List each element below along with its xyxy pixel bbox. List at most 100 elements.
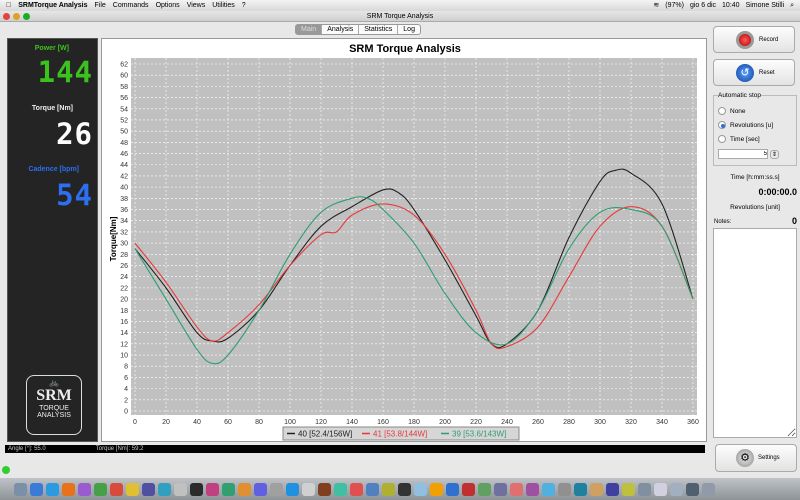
settings-button[interactable]: ⚙ Settings xyxy=(715,444,797,472)
y-tick-label: 10 xyxy=(120,353,128,360)
dock-app-icon[interactable] xyxy=(238,482,251,496)
close-button[interactable] xyxy=(3,13,10,20)
dock-app-icon[interactable] xyxy=(318,482,331,496)
spotlight-icon[interactable]: ⌕ xyxy=(790,0,794,11)
menu-views[interactable]: Views xyxy=(187,0,206,11)
y-tick-label: 40 xyxy=(120,185,128,192)
radio-revolutions[interactable]: Revolutions [u] xyxy=(718,121,792,129)
dock-app-icon[interactable] xyxy=(366,482,379,496)
dock-app-icon[interactable] xyxy=(494,482,507,496)
dock-app-icon[interactable] xyxy=(190,482,203,496)
notes-label: Notes: xyxy=(714,219,732,225)
dock-app-icon[interactable] xyxy=(110,482,123,496)
clock-date[interactable]: gio 6 dic xyxy=(690,0,716,11)
x-tick-label: 260 xyxy=(532,419,544,426)
legend-entry: 39 [53.6/143W] xyxy=(452,430,506,439)
clock-time[interactable]: 10:40 xyxy=(722,0,740,11)
x-tick-label: 320 xyxy=(625,419,637,426)
dock-app-icon[interactable] xyxy=(542,482,555,496)
torque-chart: 0246810121416182022242628303234363840424… xyxy=(109,43,699,441)
dock-app-icon[interactable] xyxy=(382,482,395,496)
dock-app-icon[interactable] xyxy=(654,482,667,496)
dock-app-icon[interactable] xyxy=(14,482,27,496)
torque-readout: Torque [Nm]: 59.2 xyxy=(95,446,144,452)
dock-app-icon[interactable] xyxy=(606,482,619,496)
dock-app-icon[interactable] xyxy=(398,482,411,496)
dock-app-icon[interactable] xyxy=(686,482,699,496)
dock-app-icon[interactable] xyxy=(334,482,347,496)
dock-app-icon[interactable] xyxy=(30,482,43,496)
dock-app-icon[interactable] xyxy=(558,482,571,496)
menu-commands[interactable]: Commands xyxy=(113,0,149,11)
zoom-button[interactable] xyxy=(23,13,30,20)
dock-app-icon[interactable] xyxy=(94,482,107,496)
time-label: Time [h:mm:ss.s] xyxy=(730,174,780,181)
y-tick-label: 36 xyxy=(120,207,128,214)
dock-app-icon[interactable] xyxy=(142,482,155,496)
x-tick-label: 220 xyxy=(470,419,482,426)
y-tick-label: 8 xyxy=(124,364,128,371)
dock-app-icon[interactable] xyxy=(462,482,475,496)
dock-app-icon[interactable] xyxy=(670,482,683,496)
status-bar: Angle [°]: 55.0 Torque [Nm]: 59.2 xyxy=(5,445,705,453)
spinner-arrows[interactable]: ⇕ xyxy=(770,149,780,159)
dock-app-icon[interactable] xyxy=(590,482,603,496)
radio-none-label: None xyxy=(730,107,746,115)
user-name[interactable]: Simone Stilli xyxy=(746,0,785,11)
dock-app-icon[interactable] xyxy=(46,482,59,496)
notes-textarea[interactable] xyxy=(713,228,797,438)
radio-none[interactable]: None xyxy=(718,107,792,115)
tab-main[interactable]: Main xyxy=(296,25,323,34)
dock-app-icon[interactable] xyxy=(702,482,715,496)
dock-app-icon[interactable] xyxy=(174,482,187,496)
y-tick-label: 18 xyxy=(120,308,128,315)
tab-statistics[interactable]: Statistics xyxy=(359,25,399,34)
menu-utilities[interactable]: Utilities xyxy=(212,0,235,11)
dock-app-icon[interactable] xyxy=(158,482,171,496)
wifi-icon[interactable]: ≋ xyxy=(653,0,659,11)
dock-app-icon[interactable] xyxy=(350,482,363,496)
bike-icon: 🚲 xyxy=(49,378,59,387)
menu-help[interactable]: ? xyxy=(242,0,246,11)
dock-app-icon[interactable] xyxy=(62,482,75,496)
dock-app-icon[interactable] xyxy=(430,482,443,496)
dock-app-icon[interactable] xyxy=(126,482,139,496)
radio-time[interactable]: Time [sec] xyxy=(718,135,792,143)
y-tick-label: 28 xyxy=(120,252,128,259)
y-tick-label: 24 xyxy=(120,274,128,281)
app-menu[interactable]: SRMTorque Analysis xyxy=(18,0,87,11)
dock-app-icon[interactable] xyxy=(478,482,491,496)
battery-status[interactable]: (97%) xyxy=(665,0,684,11)
dock-app-icon[interactable] xyxy=(302,482,315,496)
dock-app-icon[interactable] xyxy=(414,482,427,496)
torque-label: Torque [Nm] xyxy=(31,105,73,112)
menu-file[interactable]: File xyxy=(94,0,105,11)
y-tick-label: 26 xyxy=(120,263,128,270)
dock-app-icon[interactable] xyxy=(286,482,299,496)
dock-app-icon[interactable] xyxy=(78,482,91,496)
minimize-button[interactable] xyxy=(13,13,20,20)
x-tick-label: 360 xyxy=(687,419,699,426)
tab-bar: Main Analysis Statistics Log xyxy=(295,24,421,35)
dock-app-icon[interactable] xyxy=(638,482,651,496)
stop-value-input[interactable] xyxy=(718,149,768,159)
dock-app-icon[interactable] xyxy=(270,482,283,496)
dock-app-icon[interactable] xyxy=(622,482,635,496)
x-tick-label: 100 xyxy=(284,419,296,426)
dock-app-icon[interactable] xyxy=(510,482,523,496)
apple-icon[interactable]:  xyxy=(6,0,11,11)
reset-button[interactable]: ↺ Reset xyxy=(713,59,795,86)
dock-app-icon[interactable] xyxy=(526,482,539,496)
y-axis-label: Torque[Nm] xyxy=(109,216,118,261)
x-tick-label: 240 xyxy=(501,419,513,426)
menu-options[interactable]: Options xyxy=(156,0,180,11)
record-button[interactable]: Record xyxy=(713,26,795,53)
dock-app-icon[interactable] xyxy=(206,482,219,496)
tab-log[interactable]: Log xyxy=(398,25,420,34)
tab-analysis[interactable]: Analysis xyxy=(322,25,360,34)
dock-app-icon[interactable] xyxy=(574,482,587,496)
dock-app-icon[interactable] xyxy=(222,482,235,496)
dock-app-icon[interactable] xyxy=(446,482,459,496)
dock-app-icon[interactable] xyxy=(254,482,267,496)
y-tick-label: 62 xyxy=(120,62,128,69)
